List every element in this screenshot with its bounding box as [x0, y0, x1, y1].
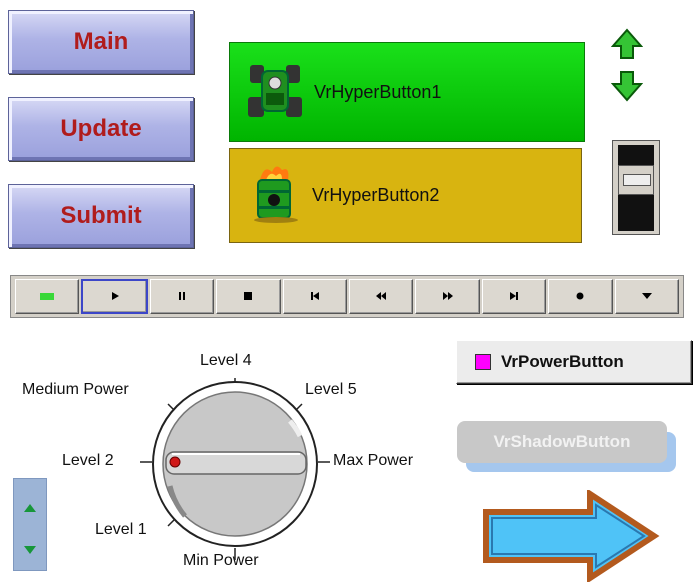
stop-button[interactable]: [216, 279, 281, 314]
led-indicator-button[interactable]: [15, 279, 80, 314]
knob-label-medium-power: Medium Power: [22, 381, 129, 398]
eject-icon: [641, 289, 653, 304]
main-button[interactable]: Main: [8, 10, 194, 74]
stop-icon: [243, 289, 253, 304]
hyper-button-2-label: VrHyperButton2: [312, 185, 440, 205]
pause-icon: [177, 289, 187, 304]
submit-button[interactable]: Submit: [8, 184, 194, 248]
arrow-right-icon: [482, 488, 660, 586]
knob-label-level1: Level 1: [95, 521, 147, 538]
play-button[interactable]: [81, 279, 148, 314]
skip-forward-button[interactable]: [481, 279, 547, 314]
toggle-switch[interactable]: [612, 140, 660, 235]
switch-thumb[interactable]: [618, 165, 654, 195]
update-button[interactable]: Update: [8, 97, 194, 161]
race-car-icon: [244, 59, 306, 126]
up-arrow-button[interactable]: [610, 28, 644, 65]
main-button-label: Main: [73, 28, 129, 55]
fast-forward-button[interactable]: [415, 279, 480, 314]
hyper-button-2[interactable]: VrHyperButton2: [229, 148, 582, 243]
triangle-down-icon: [24, 541, 36, 558]
rewind-button[interactable]: [349, 279, 414, 314]
record-button[interactable]: [548, 279, 613, 314]
arrow-button[interactable]: [482, 488, 660, 587]
power-button-label: VrPowerButton: [501, 352, 624, 371]
rewind-icon: [375, 289, 387, 304]
switch-thumb-grip: [623, 174, 651, 186]
skip-forward-icon: [509, 289, 519, 304]
power-level-knob[interactable]: [140, 376, 330, 571]
power-button[interactable]: VrPowerButton: [456, 340, 692, 384]
hyper-button-1-label: VrHyperButton1: [314, 81, 442, 102]
skip-back-icon: [310, 289, 320, 304]
submit-button-label: Submit: [60, 202, 142, 229]
knob-label-level4: Level 4: [200, 352, 252, 369]
arrow-up-icon: [610, 28, 644, 64]
hyper-button-1[interactable]: VrHyperButton1: [229, 42, 585, 142]
shadow-button[interactable]: VrShadowButton: [457, 421, 667, 463]
skip-back-button[interactable]: [282, 279, 348, 314]
knob-label-max-power: Max Power: [333, 452, 414, 469]
down-arrow-button[interactable]: [610, 70, 644, 107]
eject-button[interactable]: [614, 279, 680, 314]
play-icon: [110, 289, 120, 304]
update-button-label: Update: [60, 115, 142, 142]
shadow-button-label: VrShadowButton: [493, 432, 631, 451]
green-led-icon: [40, 293, 55, 300]
media-toolbar: [10, 275, 684, 318]
spin-up-button[interactable]: [24, 499, 36, 517]
power-led-icon: [475, 354, 491, 370]
record-icon: [575, 289, 585, 304]
fast-forward-icon: [442, 289, 454, 304]
knob-label-level2: Level 2: [62, 452, 114, 469]
flaming-barrel-icon: [246, 162, 304, 229]
triangle-up-icon: [24, 499, 36, 516]
spin-control[interactable]: [13, 478, 47, 571]
spin-down-button[interactable]: [24, 541, 36, 559]
pause-button[interactable]: [149, 279, 215, 314]
arrow-down-icon: [610, 71, 644, 106]
